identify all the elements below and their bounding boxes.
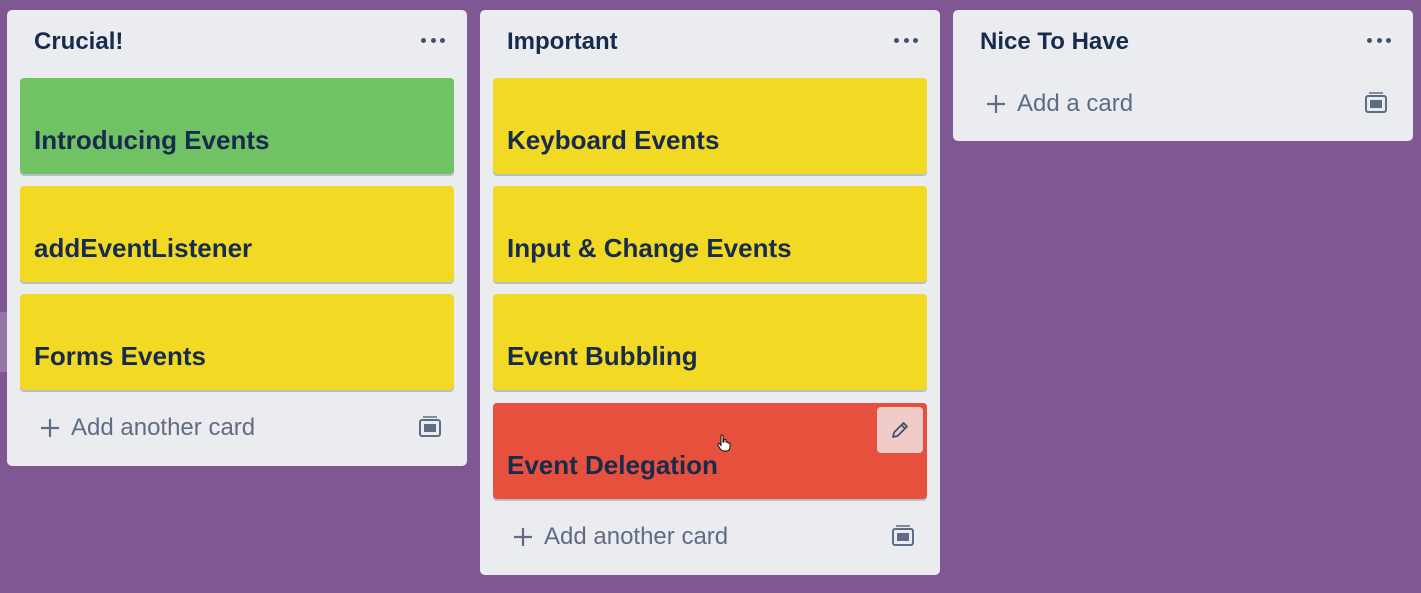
card-title: Input & Change Events (507, 233, 792, 263)
card[interactable]: Event Bubbling (493, 294, 927, 390)
card[interactable]: Introducing Events (20, 78, 454, 174)
add-card-label: Add a card (1017, 90, 1134, 117)
pencil-icon (892, 422, 908, 438)
list-title[interactable]: Nice To Have (980, 28, 1129, 56)
add-card-button[interactable]: Add a card (966, 76, 1133, 132)
card-template-icon[interactable] (418, 416, 442, 440)
card[interactable]: Input & Change Events (493, 186, 927, 282)
list-title[interactable]: Crucial! (34, 28, 123, 56)
list-nice-to-have: Nice To Have Add a card (953, 10, 1413, 141)
card-title: Introducing Events (34, 125, 270, 155)
plus-icon (514, 528, 532, 546)
card-title: Keyboard Events (507, 125, 720, 155)
add-card-button[interactable]: Add another card (493, 509, 728, 565)
edit-card-button[interactable] (877, 407, 923, 453)
list-header: Nice To Have (953, 10, 1413, 76)
plus-icon (987, 95, 1005, 113)
card-title: Forms Events (34, 341, 206, 371)
plus-icon (41, 419, 59, 437)
list-header: Important (480, 10, 940, 76)
list-important: Important Keyboard Events Input & Change… (480, 10, 940, 575)
list-menu-button[interactable] (894, 38, 918, 46)
card[interactable]: Forms Events (20, 294, 454, 390)
list-menu-button[interactable] (421, 38, 445, 46)
list-menu-button[interactable] (1367, 38, 1391, 46)
list-crucial: Crucial! Introducing Events addEventList… (7, 10, 467, 466)
ellipsis-icon (1367, 38, 1372, 43)
list-header: Crucial! (7, 10, 467, 76)
card-title: Event Delegation (507, 450, 718, 480)
card[interactable]: Keyboard Events (493, 78, 927, 174)
card[interactable]: addEventListener (20, 186, 454, 282)
list-title[interactable]: Important (507, 28, 618, 56)
add-card-label: Add another card (544, 523, 729, 550)
card-title: Event Bubbling (507, 341, 698, 371)
ellipsis-icon (421, 38, 426, 43)
add-card-label: Add another card (71, 414, 256, 441)
card-template-icon[interactable] (1364, 92, 1388, 116)
card-title: addEventListener (34, 233, 253, 263)
card-template-icon[interactable] (891, 525, 915, 549)
ellipsis-icon (894, 38, 899, 43)
add-card-button[interactable]: Add another card (20, 400, 255, 456)
hand-cursor-icon (717, 434, 731, 452)
card-hovered[interactable]: Event Delegation (493, 403, 927, 499)
